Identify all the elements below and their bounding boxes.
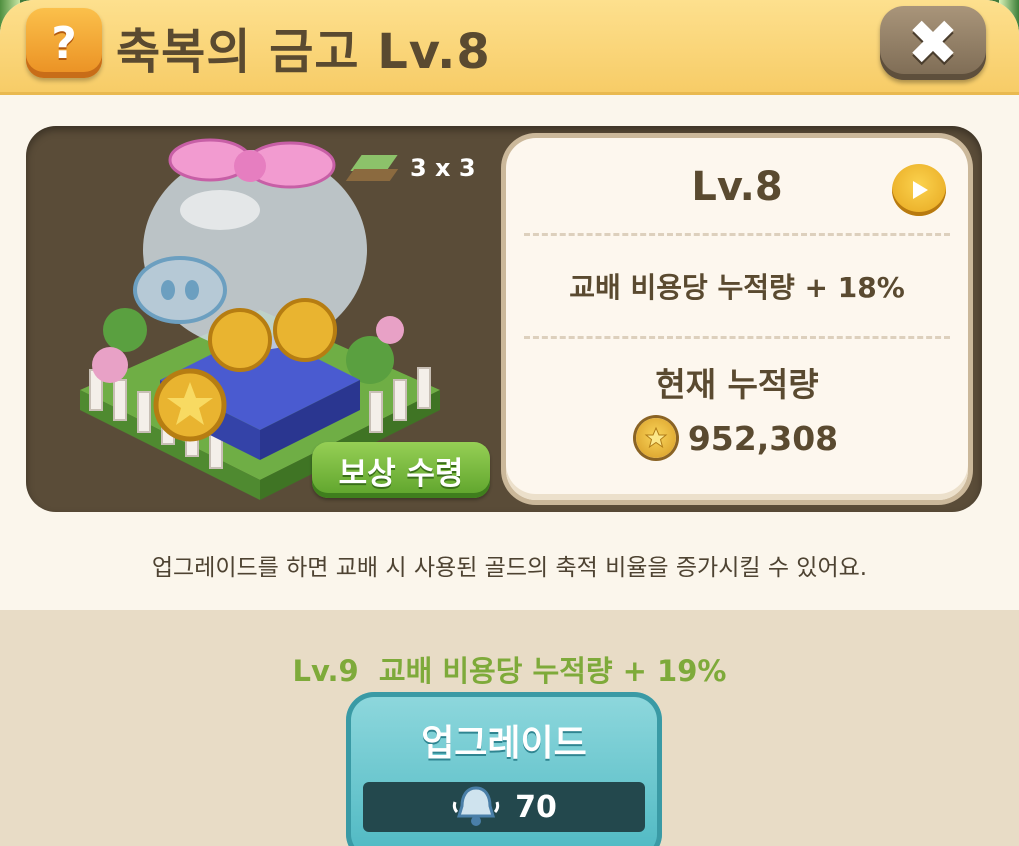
divider (524, 336, 950, 339)
divider (524, 233, 950, 236)
bell-icon (452, 786, 500, 826)
question-icon: ? (51, 17, 77, 69)
upgrade-button[interactable]: 업그레이드 70 (346, 692, 662, 846)
claim-reward-button[interactable]: 보상 수령 (312, 442, 490, 498)
upgrade-section: Lv.9 교배 비용당 누적량 + 19% 업그레이드 70 (0, 610, 1019, 846)
close-icon: ✖ (907, 6, 959, 79)
accumulation-rate: 교배 비용당 누적량 + 18% (569, 271, 905, 304)
gold-coin-icon (635, 418, 676, 458)
next-level-button[interactable] (892, 164, 946, 216)
current-accumulation-amount: 952,308 (687, 418, 839, 458)
claim-reward-label: 보상 수령 (338, 455, 464, 492)
building-size-badge: 3 x 3 (345, 150, 476, 186)
current-accumulation-label: 현재 누적량 (655, 365, 819, 404)
building-size-label: 3 x 3 (410, 154, 476, 182)
vault-dialog: ? 축복의 금고 Lv.8 ✖ 3 x 3 보상 수령 Lv.8 교배 비용당 … (0, 0, 1019, 846)
play-icon (913, 181, 928, 199)
dialog-title: 축복의 금고 Lv.8 (116, 24, 491, 80)
dialog-header: ? 축복의 금고 Lv.8 ✖ (0, 0, 1019, 95)
next-level-info: Lv.9 교배 비용당 누적량 + 19% (292, 654, 727, 688)
upgrade-description: 업그레이드를 하면 교배 시 사용된 골드의 축적 비율을 증가시킬 수 있어요… (151, 555, 868, 581)
upgrade-cost: 70 (363, 782, 645, 832)
upgrade-button-label: 업그레이드 (421, 723, 587, 764)
current-accumulation: 952,308 (506, 418, 968, 458)
level-info-panel: Lv.8 교배 비용당 누적량 + 18% 현재 누적량 952,308 (506, 138, 968, 500)
tile-icon (345, 155, 399, 181)
close-button[interactable]: ✖ (880, 6, 986, 80)
upgrade-cost-value: 70 (515, 789, 557, 825)
help-button[interactable]: ? (26, 8, 102, 78)
